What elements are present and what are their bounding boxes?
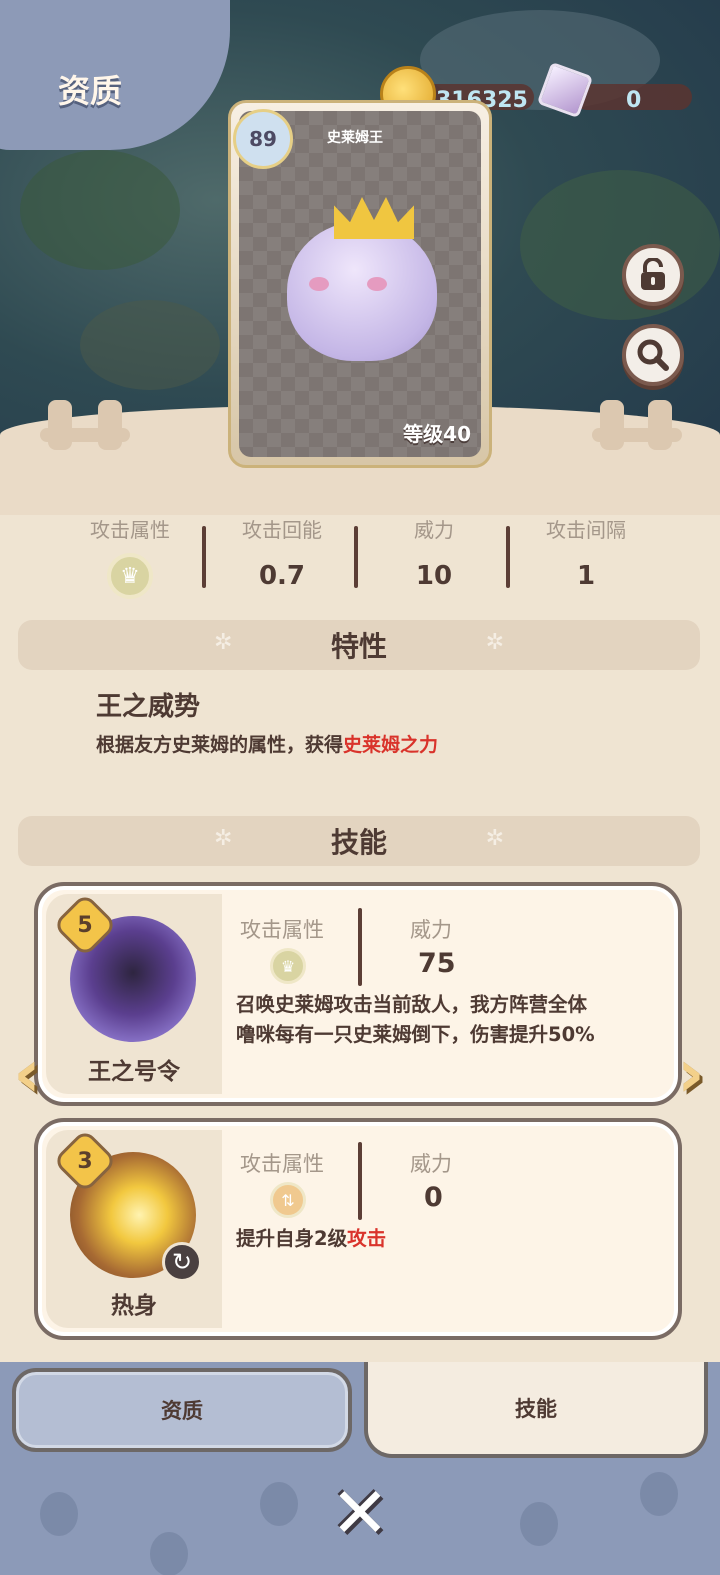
skill-desc-text: 提升自身2级 bbox=[236, 1227, 348, 1250]
stat-label: 攻击属性 bbox=[90, 518, 170, 542]
cheek bbox=[367, 277, 387, 291]
character-name: 史莱姆王 bbox=[327, 130, 383, 146]
fence-rail bbox=[592, 428, 682, 442]
fence-rail bbox=[40, 428, 130, 442]
skill-attr-label: 攻击属性 bbox=[240, 918, 324, 942]
next-arrow-button[interactable]: › bbox=[666, 1036, 716, 1112]
trait-description: 根据友方史莱姆的属性，获得史莱姆之力 bbox=[96, 730, 438, 757]
skills-header: ✲ 技能 ✲ bbox=[18, 816, 700, 866]
skill-cost: 3 bbox=[77, 1148, 93, 1174]
crown-icon bbox=[334, 197, 414, 239]
refresh-icon: ↻ bbox=[162, 1242, 202, 1282]
tab-skills[interactable]: 技能 bbox=[364, 1362, 708, 1458]
tree-decoration bbox=[20, 150, 180, 270]
zoom-button[interactable] bbox=[622, 324, 684, 386]
skill-attr-label: 攻击属性 bbox=[240, 1152, 324, 1176]
paw-print bbox=[520, 1502, 558, 1546]
tree-decoration bbox=[520, 170, 720, 320]
stat-energy-regen: 攻击回能 0.7 bbox=[206, 510, 358, 610]
skill-description: 提升自身2级攻击 bbox=[236, 1224, 386, 1254]
skill-name: 王之号令 bbox=[88, 1059, 180, 1085]
trait-desc-text: 根据友方史莱姆的属性，获得 bbox=[96, 734, 344, 756]
tab-label: 技能 bbox=[515, 1397, 557, 1421]
skill-keyword[interactable]: 攻击 bbox=[347, 1227, 386, 1250]
rank-badge: 89 bbox=[233, 109, 293, 169]
stat-label: 攻击回能 bbox=[242, 518, 322, 542]
tab-qualification[interactable]: 资质 bbox=[12, 1368, 352, 1452]
unlock-icon bbox=[641, 258, 665, 290]
skill-cost: 5 bbox=[77, 912, 93, 938]
divider bbox=[358, 1142, 362, 1220]
fence-post bbox=[48, 400, 72, 450]
section-title: 技能 bbox=[330, 826, 387, 859]
skill-panel[interactable]: 5 王之号令 攻击属性 ♛ 威力 75 召唤史莱姆攻击当前敌人，我方阵营全体 噜… bbox=[34, 882, 682, 1106]
sparkle-icon: ✲ bbox=[214, 630, 233, 655]
unlock-button[interactable] bbox=[622, 244, 684, 306]
traits-header: ✲ 特性 ✲ bbox=[18, 620, 700, 670]
trait-keyword[interactable]: 史莱姆之力 bbox=[343, 734, 438, 756]
paw-print bbox=[150, 1532, 188, 1575]
skill-power-label: 威力 bbox=[410, 1152, 452, 1176]
sparkle-icon: ✲ bbox=[214, 826, 233, 851]
trait-name: 王之威势 bbox=[96, 692, 201, 722]
stat-value: 0.7 bbox=[258, 561, 306, 591]
skill-desc-line: 噜咪每有一只史莱姆倒下，伤害提升50% bbox=[236, 1023, 595, 1046]
buff-attribute-icon: ⇅ bbox=[270, 1182, 306, 1218]
skill-power-value: 0 bbox=[424, 1182, 443, 1213]
close-icon[interactable]: ✕ bbox=[322, 1478, 398, 1548]
fence-post bbox=[98, 400, 122, 450]
skill-description: 召唤史莱姆攻击当前敌人，我方阵营全体 噜咪每有一只史莱姆倒下，伤害提升50% bbox=[236, 990, 595, 1050]
stat-label: 攻击间隔 bbox=[546, 518, 626, 542]
fence-post bbox=[600, 400, 624, 450]
stat-power: 威力 10 bbox=[358, 510, 510, 610]
character-level: 等级40 bbox=[403, 422, 471, 446]
skill-power-label: 威力 bbox=[410, 918, 452, 942]
bush-decoration bbox=[80, 300, 220, 390]
gem-amount: 0 bbox=[626, 88, 642, 113]
sparkle-icon: ✲ bbox=[485, 826, 504, 851]
stat-value: 1 bbox=[576, 561, 596, 591]
paw-print bbox=[640, 1472, 678, 1516]
tab-label: 资质 bbox=[161, 1399, 203, 1423]
stat-value: 10 bbox=[415, 561, 453, 591]
stat-attack-attribute: 攻击属性 ♛ bbox=[54, 510, 206, 610]
magnifier-icon bbox=[637, 339, 669, 371]
skill-name: 热身 bbox=[111, 1293, 157, 1319]
divider bbox=[358, 908, 362, 986]
crown-attribute-icon: ♛ bbox=[270, 948, 306, 984]
paw-print bbox=[40, 1492, 78, 1536]
stat-attack-interval: 攻击间隔 1 bbox=[510, 510, 662, 610]
skill-desc-line: 召唤史莱姆攻击当前敌人，我方阵营全体 bbox=[236, 993, 588, 1016]
character-card[interactable]: 史莱姆王 等级40 89 bbox=[228, 100, 492, 468]
section-title: 特性 bbox=[330, 630, 387, 663]
rank-number: 89 bbox=[249, 127, 277, 151]
paw-print bbox=[260, 1482, 298, 1526]
crown-attribute-icon: ♛ bbox=[107, 553, 153, 599]
stat-label: 威力 bbox=[414, 518, 454, 542]
fence-post bbox=[648, 400, 672, 450]
sparkle-icon: ✲ bbox=[485, 630, 504, 655]
page-title: 资质 bbox=[58, 72, 123, 110]
slime-king-portrait bbox=[287, 221, 437, 361]
stats-row: 攻击属性 ♛ 攻击回能 0.7 威力 10 攻击间隔 1 bbox=[0, 510, 720, 610]
cheek bbox=[309, 277, 329, 291]
prev-arrow-button[interactable]: ‹ bbox=[2, 1036, 52, 1112]
skill-power-value: 75 bbox=[418, 948, 456, 979]
skill-panel[interactable]: 3 ↻ 热身 攻击属性 ⇅ 威力 0 提升自身2级攻击 bbox=[34, 1118, 682, 1340]
